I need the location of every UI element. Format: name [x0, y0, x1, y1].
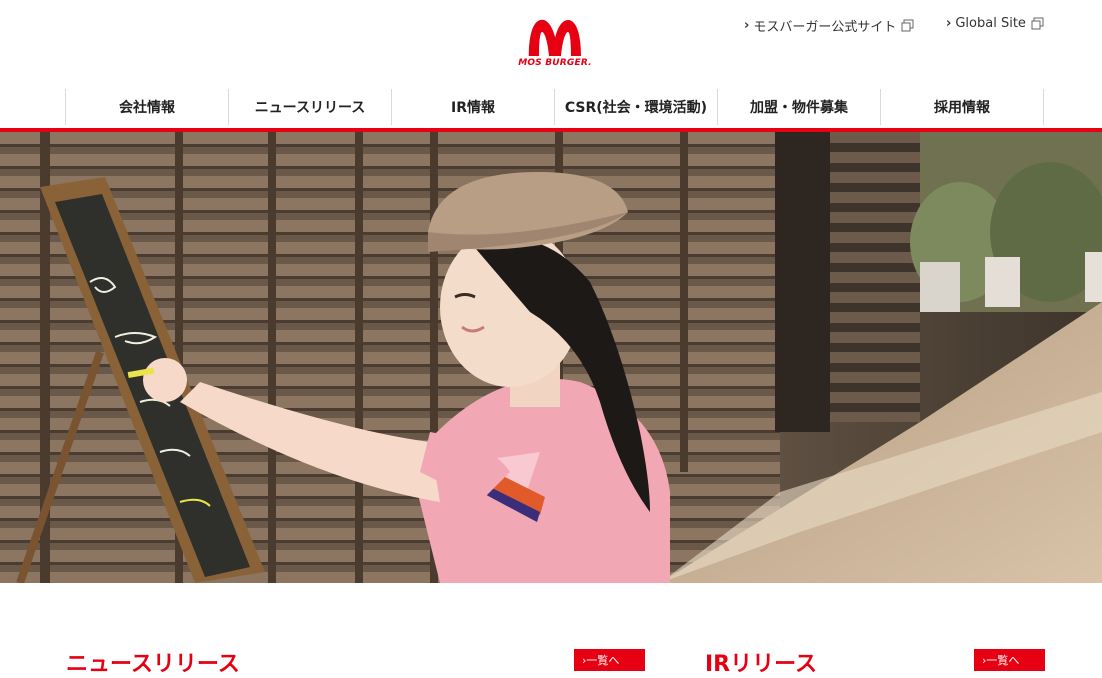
nav-label: ニュースリリース: [254, 100, 366, 116]
hero-image: [0, 132, 1102, 583]
news-section-title: ニュースリリース: [66, 652, 240, 677]
ir-list-label: 一覧へ: [986, 654, 1020, 667]
nav-item-news[interactable]: ニュースリリース: [228, 89, 391, 125]
nav-item-recruit[interactable]: 採用情報: [880, 89, 1044, 125]
nav-label: 加盟・物件募集: [750, 100, 848, 116]
news-list-label: 一覧へ: [586, 654, 620, 667]
chevron-right-icon: ›: [744, 18, 750, 33]
mos-official-site-link[interactable]: › モスバーガー公式サイト: [744, 16, 914, 35]
nav-item-ir[interactable]: IR情報: [391, 89, 554, 125]
nav-item-franchise[interactable]: 加盟・物件募集: [717, 89, 880, 125]
nav-label: IR情報: [451, 100, 495, 116]
ir-list-button[interactable]: › 一覧へ: [974, 649, 1045, 671]
nav-label: 採用情報: [934, 100, 990, 116]
global-site-link[interactable]: › Global Site: [946, 16, 1044, 31]
mos-official-site-label: モスバーガー公式サイト: [753, 20, 897, 35]
news-list-button[interactable]: › 一覧へ: [574, 649, 645, 671]
global-nav: 会社情報 ニュースリリース IR情報 CSR(社会・環境活動) 加盟・物件募集 …: [65, 89, 1044, 125]
mos-m-logo-icon: [528, 19, 581, 57]
mos-burger-logo[interactable]: MOS BURGER.: [513, 14, 597, 72]
nav-label: CSR(社会・環境活動): [564, 100, 708, 116]
nav-label: 会社情報: [119, 100, 175, 116]
global-site-label: Global Site: [955, 16, 1026, 31]
external-link-icon: [1031, 17, 1044, 30]
external-link-icon: [901, 19, 914, 32]
hero-photo: [0, 132, 1102, 583]
nav-item-company[interactable]: 会社情報: [65, 89, 228, 125]
ir-section-title: IRリリース: [705, 652, 818, 677]
logo-wordmark: MOS BURGER.: [518, 58, 592, 68]
chevron-right-icon: ›: [946, 16, 952, 31]
nav-item-csr[interactable]: CSR(社会・環境活動): [554, 89, 717, 125]
